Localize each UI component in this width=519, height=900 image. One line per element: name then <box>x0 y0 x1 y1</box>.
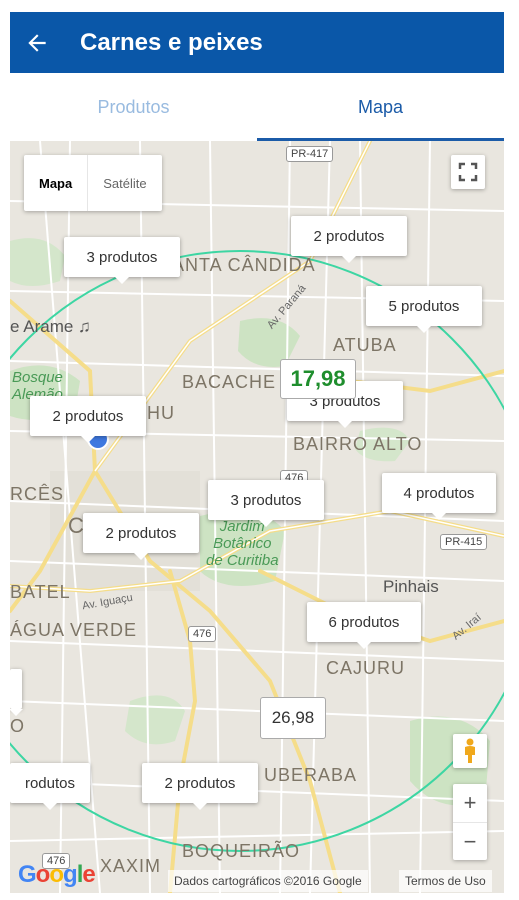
price-marker[interactable]: 17,98 <box>280 359 356 399</box>
price-marker[interactable]: 26,98 <box>260 697 326 739</box>
area-label-atuba: ATUBA <box>333 335 397 355</box>
product-count-marker[interactable]: 5 produtos <box>366 286 482 333</box>
product-count-marker[interactable]: 6 produtos <box>307 602 421 649</box>
map-view[interactable]: ANTA CÂNDIDA ATUBA BACACHE BAIRRO ALTO H… <box>10 141 504 893</box>
product-count-marker[interactable]: rodutos <box>10 763 90 810</box>
map-type-map-button[interactable]: Mapa <box>24 155 89 211</box>
product-count-marker[interactable]: 3 produtos <box>208 480 324 527</box>
zoom-in-button[interactable]: + <box>453 784 487 823</box>
product-count-marker[interactable]: 4 produtos <box>382 473 496 520</box>
map-type-satellite-button[interactable]: Satélite <box>88 155 161 211</box>
area-label-agua-verde: ÁGUA VERDE <box>10 620 138 640</box>
area-label-santa-candida: ANTA CÂNDIDA <box>172 255 316 275</box>
road-shield-pr417: PR-417 <box>286 146 334 162</box>
terms-link[interactable]: Termos de Uso <box>399 870 492 892</box>
tab-produtos[interactable]: Produtos <box>10 73 257 141</box>
app-bar: Carnes e peixes <box>10 12 504 73</box>
arrow-left-icon[interactable] <box>10 12 64 73</box>
place-label-pinhais: Pinhais <box>383 577 439 596</box>
pegman-icon[interactable] <box>453 734 487 768</box>
area-label-boqueirao: BOQUEIRÃO <box>182 841 301 861</box>
zoom-out-button[interactable]: − <box>453 823 487 861</box>
map-type-control: Mapa Satélite <box>24 155 162 211</box>
map-attribution: Dados cartográficos ©2016 Google <box>168 870 368 892</box>
road-shield-pr415: PR-415 <box>440 534 488 550</box>
area-label-merces: RCÊS <box>10 484 65 504</box>
area-label-uberaba: UBERABA <box>264 765 358 785</box>
product-count-marker[interactable]: 2 produtos <box>83 513 199 560</box>
page-title: Carnes e peixes <box>80 28 263 56</box>
area-label-o: O <box>10 716 26 736</box>
tab-bar: Produtos Mapa <box>10 73 504 142</box>
product-count-marker[interactable]: 2 produtos <box>291 216 407 263</box>
google-logo: Google <box>18 861 96 888</box>
product-count-marker[interactable]: 3 produtos <box>64 237 180 284</box>
zoom-control: + − <box>453 784 487 860</box>
area-label-bairro-alto: BAIRRO ALTO <box>293 434 423 454</box>
product-count-marker[interactable]: 2 produtos <box>142 763 258 810</box>
product-count-marker-partial[interactable] <box>10 669 23 716</box>
fullscreen-icon[interactable] <box>451 155 485 189</box>
place-label-arame: e Arame ♫ <box>10 317 91 336</box>
area-label-bacacheri: BACACHE <box>182 372 277 392</box>
product-count-marker[interactable]: 2 produtos <box>30 396 146 443</box>
area-label-hu: HU <box>147 403 175 423</box>
area-label-cajuru: CAJURU <box>326 658 406 678</box>
area-label-batel: BATEL <box>10 582 71 602</box>
tab-mapa[interactable]: Mapa <box>257 73 504 141</box>
road-shield-476: 476 <box>188 626 217 642</box>
area-label-xaxim: XAXIM <box>100 856 162 876</box>
